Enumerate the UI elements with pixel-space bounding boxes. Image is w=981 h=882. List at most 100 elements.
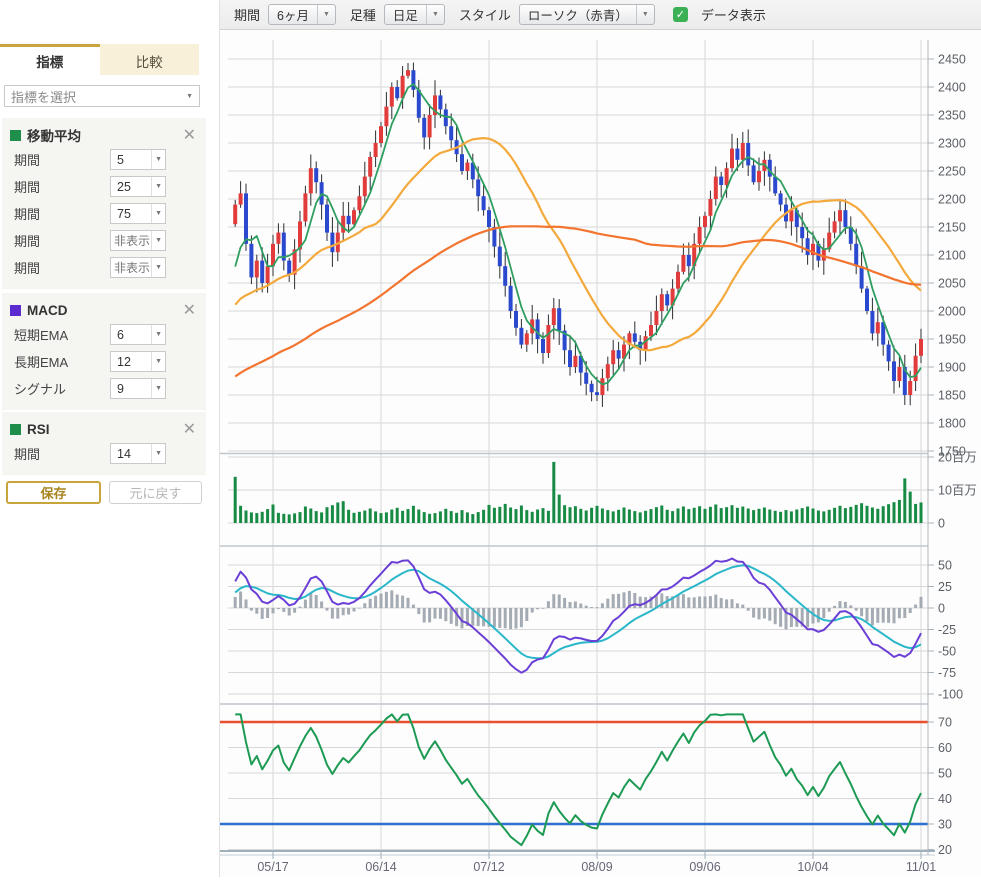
chevron-down-icon: ▼	[642, 11, 649, 18]
style-value: ローソク（赤青）	[520, 5, 636, 24]
chevron-down-icon: ▼	[432, 11, 439, 18]
svg-text:10百万: 10百万	[938, 484, 977, 498]
tab-indicators-label: 指標	[36, 51, 63, 71]
period-label: 期間	[234, 5, 260, 24]
row-label: 長期EMA	[10, 352, 110, 371]
ma-period-select-3[interactable]: 75 ▼	[110, 203, 166, 224]
svg-text:40: 40	[938, 792, 952, 806]
svg-text:-100: -100	[938, 688, 963, 702]
macd-long-select[interactable]: 12 ▼	[110, 351, 166, 372]
select-value: 75	[111, 207, 151, 221]
row-label: 期間	[10, 444, 110, 463]
svg-text:50: 50	[938, 767, 952, 781]
reset-button[interactable]: 元に戻す	[109, 481, 202, 504]
save-button[interactable]: 保存	[6, 481, 101, 504]
svg-text:1800: 1800	[938, 417, 966, 431]
ma-period-select-1[interactable]: 5 ▼	[110, 149, 166, 170]
indicator-sidebar: 指標 比較 指標を選択 ▼ 移動平均 ✕ 期間 5 ▼ 期間 25 ▼ 期間	[0, 0, 220, 877]
reset-button-label: 元に戻す	[129, 483, 181, 502]
close-icon[interactable]: ✕	[181, 300, 198, 320]
svg-text:1950: 1950	[938, 333, 966, 347]
row-label: シグナル	[10, 379, 110, 398]
ma-period-row-2: 期間 25 ▼	[10, 173, 198, 200]
row-label: 期間	[10, 177, 110, 196]
chevron-down-icon: ▼	[323, 11, 330, 18]
save-button-label: 保存	[40, 483, 66, 502]
svg-text:1900: 1900	[938, 361, 966, 375]
svg-text:2450: 2450	[938, 53, 966, 67]
row-label: 期間	[10, 150, 110, 169]
period-caret-box[interactable]: ▼	[317, 5, 335, 24]
svg-text:2100: 2100	[938, 249, 966, 263]
svg-text:2250: 2250	[938, 165, 966, 179]
style-caret-box[interactable]: ▼	[636, 5, 654, 24]
period-value: 6ヶ月	[269, 5, 317, 24]
svg-text:2200: 2200	[938, 193, 966, 207]
svg-text:0: 0	[938, 602, 945, 616]
svg-text:11/01: 11/01	[906, 860, 936, 874]
svg-text:2000: 2000	[938, 305, 966, 319]
check-icon: ✓	[676, 8, 685, 21]
chevron-down-icon: ▼	[186, 93, 193, 100]
tab-compare-label: 比較	[136, 51, 163, 71]
chart-toolbar: 期間 6ヶ月 ▼ 足種 日足 ▼ スタイル ローソク（赤青） ▼ ✓ データ表示	[220, 0, 981, 30]
macd-long-row: 長期EMA 12 ▼	[10, 348, 198, 375]
section-title-rsi: RSI	[27, 422, 181, 437]
tab-indicators[interactable]: 指標	[0, 44, 100, 75]
svg-text:-75: -75	[938, 666, 956, 680]
select-value: 非表示	[111, 259, 151, 276]
svg-text:09/06: 09/06	[689, 860, 720, 874]
select-value: 12	[111, 355, 151, 369]
chart-canvas[interactable]: 2450240023502300225022002150210020502000…	[220, 30, 981, 877]
svg-text:08/09: 08/09	[581, 860, 612, 874]
macd-signal-select[interactable]: 9 ▼	[110, 378, 166, 399]
select-value: 14	[111, 447, 151, 461]
stock-chart-app: { "toolbar": { "period_label": "期間", "pe…	[0, 0, 981, 877]
ma-period-select-2[interactable]: 25 ▼	[110, 176, 166, 197]
ma-period-select-5[interactable]: 非表示 ▼	[110, 257, 166, 278]
style-select[interactable]: ローソク（赤青） ▼	[519, 4, 655, 25]
svg-text:50: 50	[938, 559, 952, 573]
svg-text:2400: 2400	[938, 81, 966, 95]
chevron-down-icon: ▼	[151, 177, 165, 196]
svg-text:1850: 1850	[938, 389, 966, 403]
section-title-macd: MACD	[27, 303, 181, 318]
chevron-down-icon: ▼	[151, 352, 165, 371]
chevron-down-icon: ▼	[151, 231, 165, 250]
indicator-select[interactable]: 指標を選択 ▼	[4, 85, 200, 107]
select-value: 25	[111, 180, 151, 194]
rsi-period-select[interactable]: 14 ▼	[110, 443, 166, 464]
row-label: 期間	[10, 231, 110, 250]
select-value: 6	[111, 328, 151, 342]
tab-compare[interactable]: 比較	[100, 44, 200, 75]
chevron-down-icon: ▼	[151, 379, 165, 398]
bartype-label: 足種	[350, 5, 376, 24]
period-select[interactable]: 6ヶ月 ▼	[268, 4, 336, 25]
ma-period-row-5: 期間 非表示 ▼	[10, 254, 198, 281]
section-macd: MACD ✕ 短期EMA 6 ▼ 長期EMA 12 ▼ シグナル 9 ▼	[2, 293, 206, 410]
macd-signal-row: シグナル 9 ▼	[10, 375, 198, 402]
bartype-select[interactable]: 日足 ▼	[384, 4, 445, 25]
row-label: 期間	[10, 258, 110, 277]
svg-text:06/14: 06/14	[365, 860, 396, 874]
close-icon[interactable]: ✕	[181, 419, 198, 439]
select-value: 9	[111, 382, 151, 396]
row-label: 期間	[10, 204, 110, 223]
sidebar-tabs: 指標 比較	[0, 44, 199, 75]
macd-short-select[interactable]: 6 ▼	[110, 324, 166, 345]
ma-period-row-1: 期間 5 ▼	[10, 146, 198, 173]
bartype-caret-box[interactable]: ▼	[426, 5, 444, 24]
ma-period-select-4[interactable]: 非表示 ▼	[110, 230, 166, 251]
data-display-checkbox[interactable]: ✓	[673, 7, 688, 22]
svg-text:30: 30	[938, 818, 952, 832]
indicator-select-placeholder: 指標を選択	[11, 87, 76, 106]
close-icon[interactable]: ✕	[181, 125, 198, 145]
macd-short-row: 短期EMA 6 ▼	[10, 321, 198, 348]
svg-text:2150: 2150	[938, 221, 966, 235]
rsi-period-row: 期間 14 ▼	[10, 440, 198, 467]
section-title-ma: 移動平均	[27, 125, 181, 145]
svg-text:-25: -25	[938, 623, 956, 637]
svg-text:-50: -50	[938, 645, 956, 659]
section-moving-average: 移動平均 ✕ 期間 5 ▼ 期間 25 ▼ 期間 75 ▼ 期間	[2, 118, 206, 289]
chevron-down-icon: ▼	[151, 150, 165, 169]
